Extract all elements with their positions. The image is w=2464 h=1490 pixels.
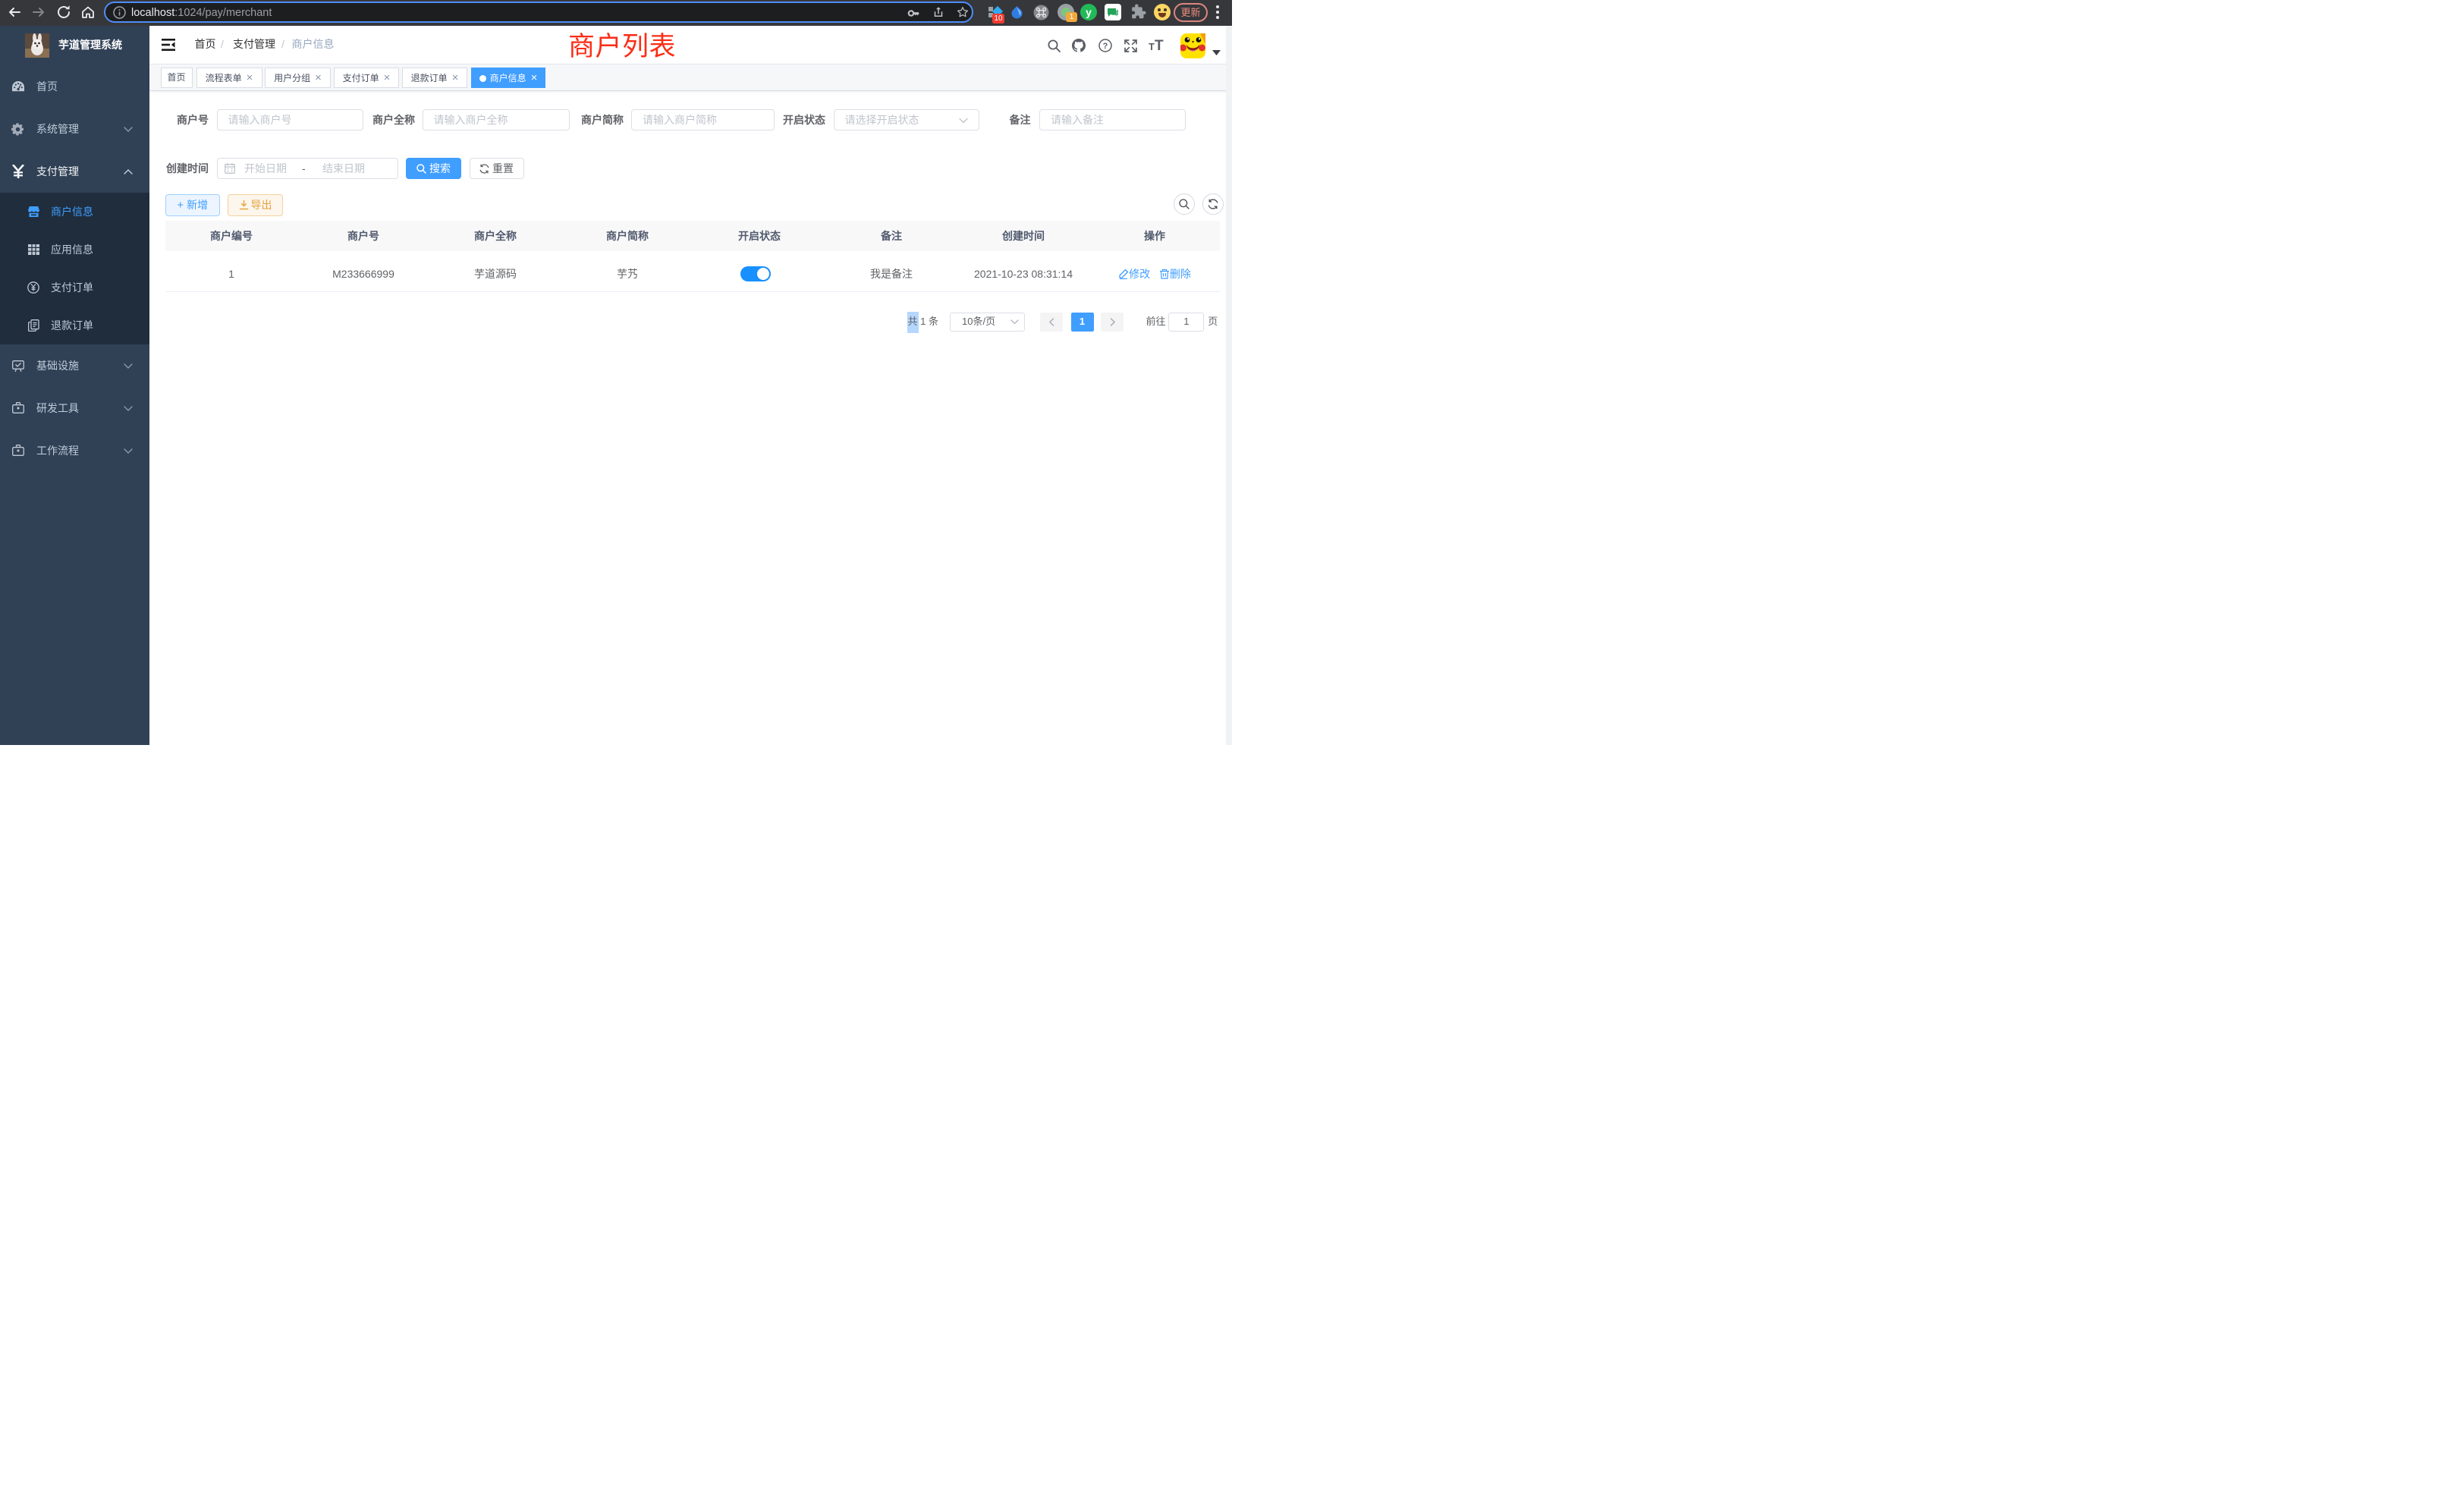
- svg-text:?: ?: [1103, 42, 1108, 51]
